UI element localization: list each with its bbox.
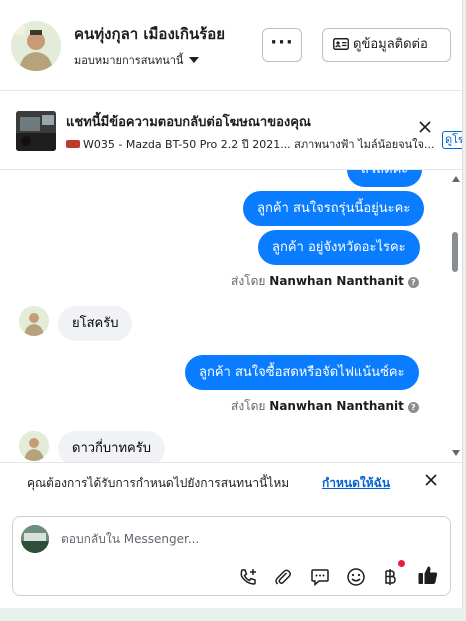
view-contact-label: ดูข้อมูลติดต่อ [353, 37, 428, 52]
assign-to-me-link[interactable]: กำหนดให้ฉัน [322, 474, 390, 493]
page-avatar [21, 525, 49, 553]
message-bubble-incoming: ดาวกี่บาทครับ [58, 431, 165, 462]
message-composer: ตอบกลับใน Messenger... [12, 516, 451, 596]
message-scrollbar[interactable] [450, 172, 462, 460]
scrollbar-thumb[interactable] [452, 232, 458, 272]
message-bubble-outgoing: ลูกค้า อยู่จังหวัดอะไรคะ [258, 230, 420, 265]
ad-banner-title: แชทนี้มีข้อความตอบกลับต่อโฆษณาของคุณ [66, 115, 311, 130]
thumbs-up-icon[interactable] [417, 564, 439, 586]
ad-thumbnail[interactable] [16, 111, 56, 151]
sender-name: Nanwhan Nanthanit [269, 399, 404, 413]
assignment-question: คุณต้องการได้รับการกำหนดไปยังการสนทนานี้… [27, 476, 290, 490]
sent-by-label: ส่งโดย Nanwhan Nanthanit? [231, 397, 419, 416]
assign-label: มอบหมายการสนทนานี้ [74, 54, 184, 67]
sender-name: Nanwhan Nanthanit [269, 274, 404, 288]
close-icon[interactable] [418, 120, 432, 134]
conversation-header: คนทุ่งกุลา เมืองเกินร้อย มอบหมายการสนทนา… [0, 0, 462, 91]
contact-avatar[interactable] [11, 21, 61, 71]
car-icon [66, 140, 80, 148]
emoji-icon[interactable] [346, 567, 366, 587]
saved-replies-icon[interactable] [310, 567, 330, 587]
view-contact-button[interactable]: ดูข้อมูลติดต่อ [322, 28, 451, 62]
sent-by-prefix: ส่งโดย [231, 399, 266, 413]
message-bubble-outgoing: ลูกค้า สนใจซื้อสดหรือจัดไฟแน้นซ์คะ [185, 355, 419, 390]
call-add-icon[interactable] [238, 567, 258, 587]
notification-badge [398, 560, 405, 567]
info-icon[interactable]: ? [407, 277, 419, 288]
ad-name: W035 - Mazda BT-50 Pro 2.2 ปี 2021... สภ… [83, 138, 435, 151]
contact-card-icon [333, 38, 349, 50]
attachment-icon[interactable] [273, 567, 293, 587]
assign-conversation-dropdown[interactable]: มอบหมายการสนทนานี้ [74, 51, 200, 69]
ad-reply-banner: แชทนี้มีข้อความตอบกลับต่อโฆษณาของคุณ W03… [0, 91, 462, 170]
payment-baht-icon[interactable] [380, 567, 400, 587]
chevron-down-icon [189, 57, 200, 63]
info-icon[interactable]: ? [407, 402, 419, 413]
sent-by-label: ส่งโดย Nanwhan Nanthanit? [231, 272, 419, 291]
message-bubble-incoming: ยโสครับ [58, 306, 133, 341]
conversation-panel: คนทุ่งกุลา เมืองเกินร้อย มอบหมายการสนทนา… [0, 0, 463, 608]
message-bubble-outgoing: สวัสดีค่ะ [347, 170, 423, 187]
contact-avatar-small [19, 431, 49, 461]
close-icon[interactable] [424, 473, 438, 487]
contact-avatar-small [19, 306, 49, 336]
contact-name: คนทุ่งกุลา เมืองเกินร้อย [74, 25, 226, 43]
view-ad-button[interactable]: ดูโฆษณา [442, 131, 462, 149]
sent-by-prefix: ส่งโดย [231, 274, 266, 288]
reply-input[interactable]: ตอบกลับใน Messenger... [61, 530, 199, 549]
message-bubble-outgoing: ลูกค้า สนใจรถรุ่นนี้อยู่นะคะ [243, 191, 425, 226]
message-thread: สวัสดีค่ะ ลูกค้า สนใจรถรุ่นนี้อยู่นะคะ ล… [0, 170, 462, 462]
assignment-prompt: คุณต้องการได้รับการกำหนดไปยังการสนทนานี้… [0, 462, 462, 500]
ad-banner-subtitle: W035 - Mazda BT-50 Pro 2.2 ปี 2021... สภ… [66, 135, 443, 153]
more-options-button[interactable]: ··· [262, 28, 302, 62]
